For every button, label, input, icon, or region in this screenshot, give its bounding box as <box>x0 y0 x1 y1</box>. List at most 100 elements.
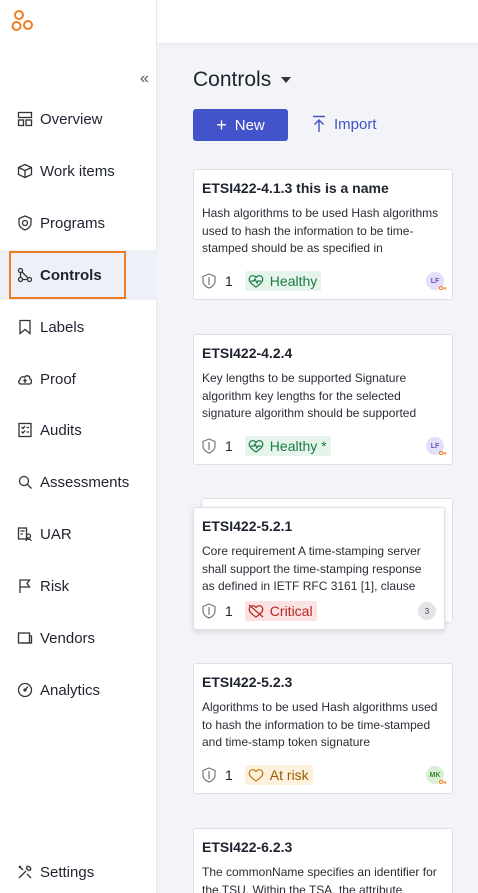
import-button[interactable]: Import <box>312 115 377 133</box>
card-footer: 1 Healthy * LF <box>202 436 447 456</box>
sidebar-item-label: Vendors <box>40 629 96 647</box>
card-title: ETSI422-4.2.4 <box>202 345 293 361</box>
app-logo-icon[interactable] <box>11 9 35 33</box>
sidebar: « Overview Work items Programs Controls … <box>0 0 157 893</box>
settings-icon <box>16 863 34 881</box>
top-bar <box>157 0 478 44</box>
search-icon <box>16 473 34 491</box>
status-badge: Healthy <box>244 271 322 291</box>
linked-count: 1 <box>225 273 233 289</box>
sidebar-item-label: Risk <box>40 577 70 595</box>
sidebar-item-assessments[interactable]: Assessments <box>0 457 157 507</box>
avatar[interactable]: LF <box>426 437 447 456</box>
heart-pulse-icon <box>248 274 264 288</box>
sidebar-item-proof[interactable]: Proof <box>0 354 157 404</box>
sidebar-item-label: Programs <box>40 214 106 232</box>
key-icon <box>439 285 447 291</box>
sidebar-item-label: Controls <box>40 266 102 284</box>
flag-icon <box>16 577 34 595</box>
sidebar-item-uar[interactable]: UAR <box>0 509 157 559</box>
control-card[interactable]: ETSI422-5.2.3 Algorithms to be used Hash… <box>193 663 453 794</box>
card-description: Key lengths to be supported Signature al… <box>202 371 417 420</box>
card-footer: 1 Critical 3 <box>202 601 436 621</box>
avatar-count[interactable]: 3 <box>418 602 436 620</box>
collapse-sidebar-button[interactable]: « <box>140 70 149 88</box>
avatar-initials: MK <box>429 771 441 779</box>
heart-pulse-icon <box>248 439 264 453</box>
control-card[interactable]: ETSI422-4.2.4 Key lengths to be supporte… <box>193 334 453 465</box>
status-label: Healthy * <box>269 438 327 454</box>
import-button-label: Import <box>334 115 377 133</box>
vendors-icon <box>16 629 34 647</box>
sidebar-item-label: Overview <box>40 110 103 128</box>
card-description: Hash algorithms to be used Hash algorith… <box>202 206 439 255</box>
page-header: Controls <box>193 68 292 92</box>
sidebar-item-programs[interactable]: Programs <box>0 198 157 248</box>
linked-count: 1 <box>225 767 233 783</box>
analytics-icon <box>16 681 34 699</box>
key-icon <box>439 779 447 785</box>
avatar-initials: LF <box>430 277 440 285</box>
sidebar-item-label: Audits <box>40 421 82 439</box>
heart-icon <box>248 768 264 782</box>
plus-icon: + <box>216 115 227 135</box>
control-card[interactable]: ETSI422-5.2.1 Core requirement A time-st… <box>193 507 445 630</box>
key-icon <box>439 450 447 456</box>
sidebar-item-label: UAR <box>40 525 72 543</box>
card-description: Core requirement A time-stamping server … <box>202 544 422 593</box>
shield-icon <box>16 214 34 232</box>
chevron-down-icon[interactable] <box>281 77 292 83</box>
status-label: At risk <box>269 767 309 783</box>
card-title: ETSI422-5.2.1 <box>202 518 293 534</box>
upload-icon <box>312 115 326 133</box>
shield-icon <box>202 273 216 289</box>
control-card[interactable]: ETSI422-4.1.3 this is a name Hash algori… <box>193 169 453 300</box>
sidebar-item-work-items[interactable]: Work items <box>0 146 157 196</box>
sidebar-item-overview[interactable]: Overview <box>0 94 157 144</box>
status-badge: At risk <box>244 765 313 785</box>
sidebar-item-label: Labels <box>40 318 85 336</box>
cloud-icon <box>16 370 34 388</box>
status-badge: Healthy * <box>244 436 331 456</box>
card-description: The commonName specifies an identifier f… <box>202 865 437 893</box>
sidebar-item-vendors[interactable]: Vendors <box>0 613 157 663</box>
linked-count: 1 <box>225 438 233 454</box>
sidebar-item-label: Work items <box>40 162 115 180</box>
avatar[interactable]: LF <box>426 272 447 291</box>
status-label: Critical <box>269 603 313 619</box>
sidebar-item-settings[interactable]: Settings <box>0 847 157 893</box>
card-title: ETSI422-4.1.3 this is a name <box>202 180 389 196</box>
broken-heart-icon <box>248 604 264 618</box>
sidebar-item-label: Settings <box>40 863 95 881</box>
sidebar-item-analytics[interactable]: Analytics <box>0 665 157 715</box>
status-label: Healthy <box>269 273 318 289</box>
sidebar-item-label: Analytics <box>40 681 101 699</box>
shield-icon <box>202 603 216 619</box>
card-title: ETSI422-6.2.3 <box>202 839 293 855</box>
status-badge: Critical <box>244 601 317 621</box>
card-title: ETSI422-5.2.3 <box>202 674 293 690</box>
page-title: Controls <box>193 68 272 91</box>
sidebar-item-labels[interactable]: Labels <box>0 302 157 352</box>
controls-icon <box>16 266 34 284</box>
control-card[interactable]: ETSI422-6.2.3 The commonName specifies a… <box>193 828 453 893</box>
card-description: Algorithms to be used Hash algorithms us… <box>202 700 438 749</box>
uar-icon <box>16 525 34 543</box>
avatar[interactable]: MK <box>426 766 447 785</box>
new-button-label: New <box>234 116 265 134</box>
sidebar-item-audits[interactable]: Audits <box>0 405 157 455</box>
shield-icon <box>202 438 216 454</box>
avatar-initials: LF <box>430 442 440 450</box>
linked-count: 1 <box>225 603 233 619</box>
overview-icon <box>16 110 34 128</box>
sidebar-item-risk[interactable]: Risk <box>0 561 157 611</box>
sidebar-item-label: Proof <box>40 370 76 388</box>
bookmark-icon <box>16 318 34 336</box>
checklist-icon <box>16 421 34 439</box>
card-footer: 1 Healthy LF <box>202 271 447 291</box>
new-button[interactable]: + New <box>193 109 288 141</box>
box-icon <box>16 162 34 180</box>
sidebar-item-label: Assessments <box>40 473 130 491</box>
shield-icon <box>202 767 216 783</box>
sidebar-item-controls[interactable]: Controls <box>0 250 157 300</box>
